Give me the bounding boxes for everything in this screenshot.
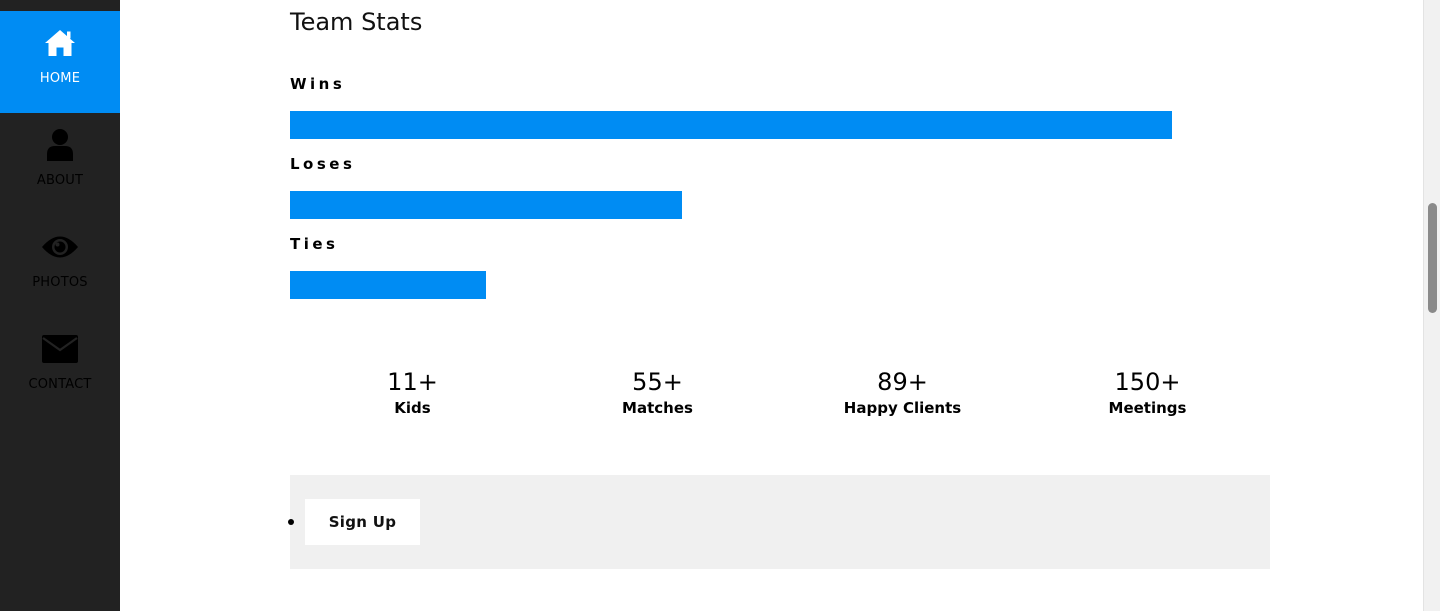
- sidebar-item-label: ABOUT: [36, 173, 84, 188]
- main-content: Team Stats Wins Loses Ties 11+ Kids 55+ …: [120, 0, 1423, 611]
- counter-value: 150+: [1114, 368, 1181, 396]
- page-scrollbar[interactable]: [1423, 0, 1440, 611]
- sign-up-button[interactable]: Sign Up: [305, 499, 420, 545]
- counter-label: Kids: [394, 398, 431, 417]
- counter-happy-clients: 89+ Happy Clients: [780, 368, 1025, 438]
- counter-kids: 11+ Kids: [290, 368, 535, 438]
- sidebar-item-home[interactable]: HOME: [0, 11, 120, 113]
- counters-row: 11+ Kids 55+ Matches 89+ Happy Clients 1…: [290, 368, 1270, 438]
- stat-bar-wins: [290, 111, 1172, 139]
- counter-value: 55+: [632, 368, 683, 396]
- stat-bar-ties: [290, 271, 486, 299]
- stat-bar-loses: [290, 191, 682, 219]
- counter-meetings: 150+ Meetings: [1025, 368, 1270, 438]
- eye-icon: [0, 229, 120, 265]
- counter-label: Matches: [622, 398, 693, 417]
- envelope-icon: [0, 331, 120, 367]
- counter-value: 11+: [387, 368, 438, 396]
- home-icon: [0, 25, 120, 61]
- counter-label: Meetings: [1108, 398, 1187, 417]
- counter-label: Happy Clients: [843, 398, 962, 417]
- sidebar-item-label: HOME: [39, 71, 81, 86]
- counter-matches: 55+ Matches: [535, 368, 780, 438]
- stat-label-ties: Ties: [290, 235, 339, 253]
- sidebar-item-label: PHOTOS: [32, 275, 88, 290]
- user-icon: [0, 127, 120, 163]
- sidebar-item-contact[interactable]: CONTACT: [0, 317, 120, 419]
- list-bullet: [288, 519, 294, 525]
- stat-label-loses: Loses: [290, 155, 356, 173]
- sidebar-item-about[interactable]: ABOUT: [0, 113, 120, 215]
- scrollbar-thumb[interactable]: [1428, 203, 1437, 313]
- team-stats-title: Team Stats: [290, 8, 423, 36]
- sidebar-item-label: CONTACT: [28, 377, 92, 392]
- signup-panel: Sign Up: [288, 475, 1270, 569]
- sidebar-nav: HOME ABOUT PHOTOS CONTACT: [0, 0, 120, 611]
- sidebar-top-strip: [0, 0, 120, 11]
- stat-label-wins: Wins: [290, 75, 346, 93]
- counter-value: 89+: [877, 368, 928, 396]
- sidebar-item-photos[interactable]: PHOTOS: [0, 215, 120, 317]
